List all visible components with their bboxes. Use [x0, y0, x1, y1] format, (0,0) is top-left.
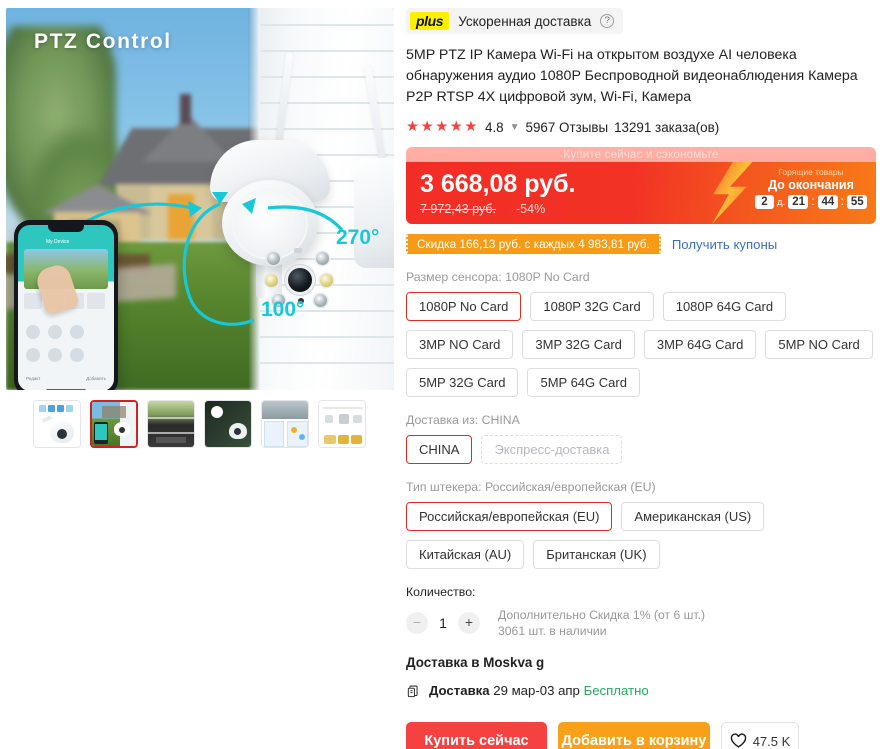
discount-percent: -54% [516, 202, 546, 216]
product-detail-panel: plus Ускоренная доставка ? 5MP PTZ IP Ка… [400, 0, 890, 749]
thumbnail-3[interactable] [204, 400, 252, 448]
star-rating-icon: ★★★★★ [406, 119, 479, 135]
reviews-count[interactable]: 5967 Отзывы [526, 120, 609, 135]
camera-wall-mount-body [354, 158, 394, 268]
price-banner: Купите сейчас и сэкономьте 3 668,08 руб.… [406, 147, 876, 224]
plug-type-label: Тип штекера: Российская/европейская (EU) [406, 480, 876, 494]
pan-angle-label: 270° [336, 226, 380, 249]
sensor-size-section: Размер сенсора: 1080P No Card 1080P No C… [406, 270, 876, 397]
current-price: 3 668,08 руб. [420, 170, 576, 198]
option-sensor-5[interactable]: 3MP 64G Card [643, 330, 757, 359]
countdown-seconds: 55 [846, 195, 868, 209]
rating-row: ★★★★★ 4.8 ▼ 5967 Отзывы 13291 заказа(ов) [406, 119, 876, 135]
quantity-label: Количество: [406, 585, 476, 599]
sensor-size-label-text: Размер сенсора: [406, 270, 502, 284]
camera-lens-icon [288, 268, 312, 292]
phone-app-title: My Device [46, 239, 70, 245]
phone-footer-left: Редакт [26, 376, 41, 381]
quantity-bulk-discount: Дополнительно Скидка 1% (от 6 шт.) [498, 608, 706, 622]
package-icon [406, 684, 421, 699]
original-price: 7 972,43 руб. [420, 202, 496, 216]
chevron-down-icon[interactable]: ▼ [510, 122, 520, 133]
option-sensor-2[interactable]: 1080P 64G Card [662, 292, 787, 321]
countdown-days: 2 [755, 195, 774, 209]
thumbnail-strip [6, 400, 400, 448]
coupon-badge: Скидка 166,13 руб. с каждых 4 983,81 руб… [406, 234, 661, 254]
option-sensor-3[interactable]: 3MP NO Card [406, 330, 514, 359]
lightning-bolt-icon [712, 162, 753, 224]
phone-footer-right: Добавить [86, 376, 106, 381]
favorite-button[interactable]: 47.5 K [721, 722, 799, 749]
action-buttons: Купить сейчас Добавить в корзину 47.5 K [406, 722, 876, 749]
rating-value: 4.8 [485, 119, 504, 135]
plug-type-label-text: Тип штекера: [406, 480, 482, 494]
countdown-hours: 21 [788, 195, 809, 209]
thumbnail-0[interactable] [33, 400, 81, 448]
countdown-minutes: 44 [817, 195, 838, 209]
favorite-count: 47.5 K [752, 733, 791, 749]
sensor-size-selected: 1080P No Card [505, 270, 590, 284]
quantity-increase-button[interactable]: + [458, 612, 480, 634]
shipping-info-row: Доставка 29 мар-03 апр Бесплатно [406, 683, 876, 699]
question-mark-icon[interactable]: ? [600, 14, 615, 28]
hero-image[interactable]: PTZ Control 270° 100° My Device Редакт Д… [6, 8, 394, 390]
ships-from-options: CHINA Экспресс-доставка [406, 435, 876, 464]
tilt-angle-label: 100° [261, 298, 305, 321]
expedited-shipping-label: Ускоренная доставка [458, 13, 592, 29]
countdown-title: До окончания [768, 178, 854, 192]
quantity-note: Дополнительно Скидка 1% (от 6 шт.) 3061 … [498, 607, 705, 639]
thumbnail-4[interactable] [261, 400, 309, 448]
option-sensor-6[interactable]: 5MP NO Card [765, 330, 873, 359]
option-sensor-4[interactable]: 3MP 32G Card [522, 330, 635, 359]
plus-shipping-badge: plus Ускоренная доставка ? [406, 8, 624, 34]
quantity-stock: 3061 шт. в наличии [498, 624, 607, 638]
option-sensor-0[interactable]: 1080P No Card [406, 292, 522, 321]
thumbnail-1[interactable] [90, 400, 138, 448]
shipping-dates: 29 мар-03 апр [493, 683, 580, 698]
ships-from-selected: CHINA [481, 413, 520, 427]
heart-icon [730, 733, 747, 749]
shipping-cost: Бесплатно [583, 683, 649, 698]
orders-count: 13291 заказа(ов) [614, 119, 720, 135]
option-ships-from-1: Экспресс-доставка [481, 435, 623, 464]
option-sensor-7[interactable]: 5MP 32G Card [406, 368, 519, 397]
quantity-value[interactable]: 1 [438, 615, 448, 631]
option-sensor-1[interactable]: 1080P 32G Card [530, 292, 654, 321]
plug-type-selected: Российская/европейская (EU) [485, 480, 656, 494]
countdown-days-unit: д. [777, 196, 786, 208]
page-title: 5MP PTZ IP Камера Wi-Fi на открытом возд… [406, 47, 858, 105]
get-coupons-link[interactable]: Получить купоны [672, 237, 777, 252]
shipping-destination[interactable]: Доставка в Moskva g [406, 655, 876, 670]
option-plug-2[interactable]: Китайская (AU) [406, 540, 525, 569]
ships-from-section: Доставка из: CHINA CHINA Экспресс-достав… [406, 413, 876, 464]
ptz-camera-product [204, 51, 394, 307]
countdown-timer: Горящие товары До окончания 2 д. 21 : 44… [755, 167, 868, 209]
product-gallery: PTZ Control 270° 100° My Device Редакт Д… [0, 0, 400, 749]
thumbnail-5[interactable] [318, 400, 366, 448]
countdown-colon-2: : [840, 196, 844, 208]
plug-type-section: Тип штекера: Российская/европейская (EU)… [406, 480, 876, 569]
plug-type-options: Российская/европейская (EU) Американская… [406, 502, 876, 569]
product-detail-page: PTZ Control 270° 100° My Device Редакт Д… [0, 0, 890, 749]
sensor-size-label: Размер сенсора: 1080P No Card [406, 270, 876, 284]
hero-overlay-label: PTZ Control [34, 30, 172, 53]
quantity-decrease-button[interactable]: − [406, 612, 428, 634]
option-plug-1[interactable]: Американская (US) [621, 502, 765, 531]
buy-now-button[interactable]: Купить сейчас [406, 722, 547, 749]
coupon-row: Скидка 166,13 руб. с каждых 4 983,81 руб… [406, 234, 876, 254]
ships-from-label: Доставка из: CHINA [406, 413, 876, 427]
thumbnail-2[interactable] [147, 400, 195, 448]
hot-deal-label: Горящие товары [778, 167, 844, 177]
option-plug-3[interactable]: Британская (UK) [533, 540, 660, 569]
add-to-cart-button[interactable]: Добавить в корзину [558, 722, 710, 749]
shipping-title: Доставка [429, 683, 490, 698]
option-sensor-8[interactable]: 5MP 64G Card [527, 368, 640, 397]
ships-from-label-text: Доставка из: [406, 413, 479, 427]
countdown-colon-1: : [811, 196, 815, 208]
option-ships-from-0[interactable]: CHINA [406, 435, 473, 464]
plus-logo-badge: plus [410, 12, 450, 30]
quantity-stepper: − 1 + Дополнительно Скидка 1% (от 6 шт.)… [406, 607, 876, 639]
option-plug-0[interactable]: Российская/европейская (EU) [406, 502, 613, 531]
sensor-size-options: 1080P No Card 1080P 32G Card 1080P 64G C… [406, 292, 876, 397]
